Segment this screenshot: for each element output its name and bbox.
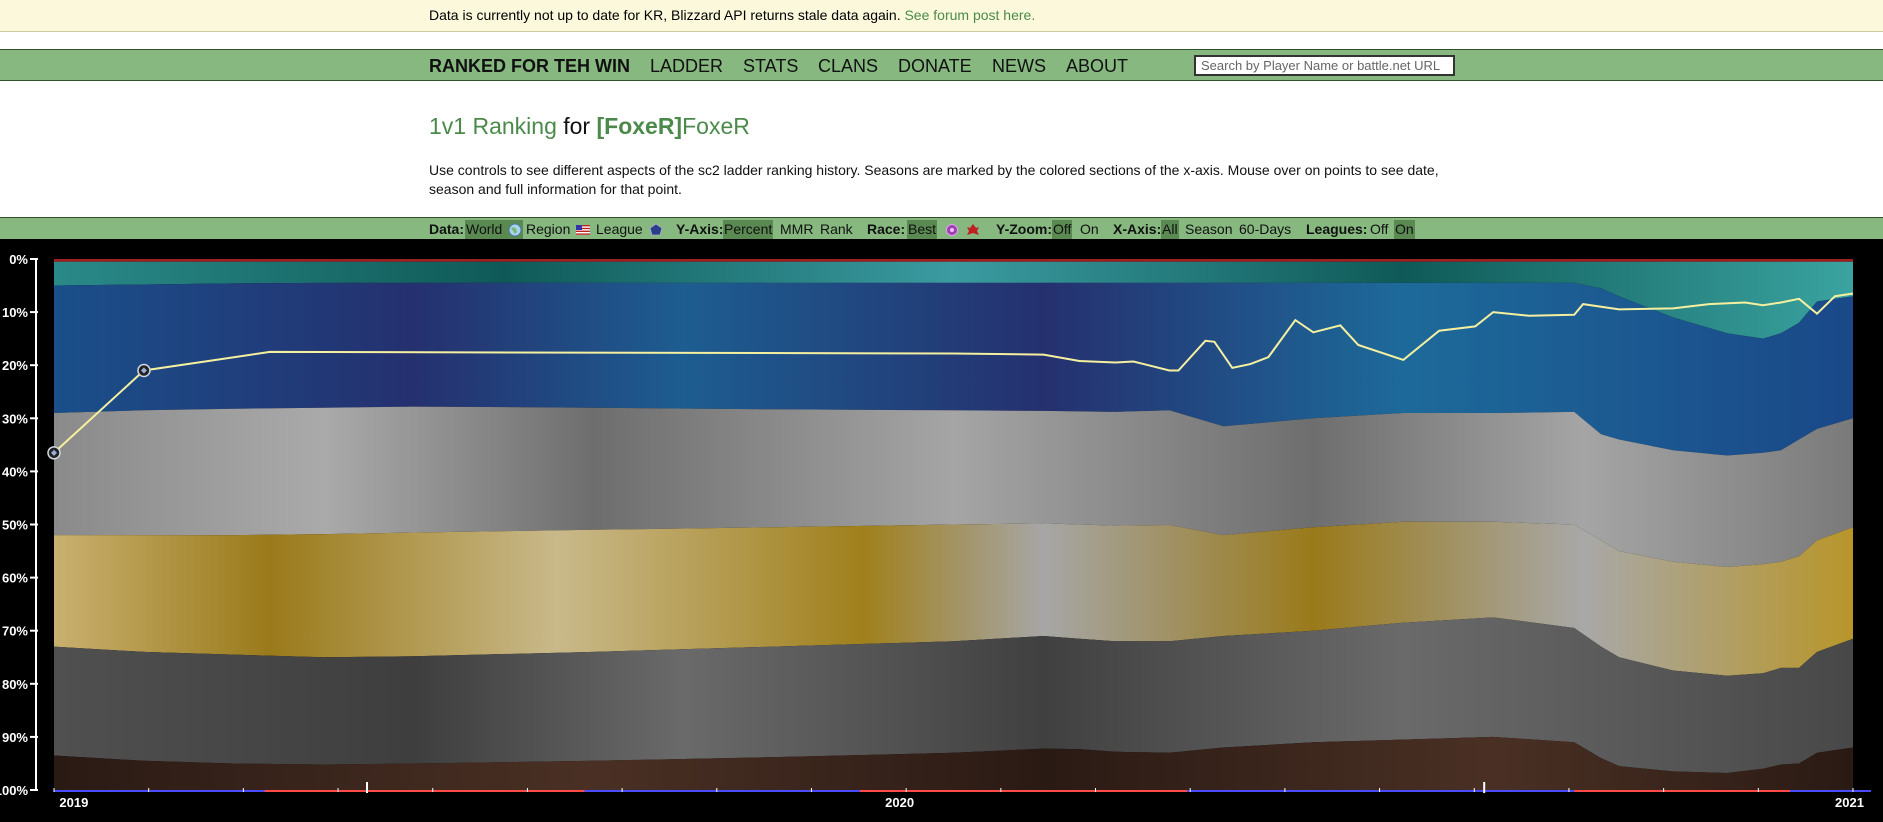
notice-text: Data is currently not up to date for KR,… [429, 7, 901, 23]
y-tick-label: 0% [9, 252, 28, 267]
ranking-mode: 1v1 Ranking [429, 113, 557, 139]
forum-post-link[interactable]: See forum post here. [904, 7, 1035, 23]
main-nav: RANKED FOR TEH WIN LADDER STATS CLANS DO… [0, 49, 1883, 81]
yaxis-percent-option[interactable]: Percent [723, 220, 774, 239]
ranking-chart-svg: 0% 10% 20% 30% 40% 50% 60% 70% 80% 90% 100% 2019 202… [0, 252, 1871, 810]
protoss-icon [946, 224, 958, 237]
player-search-input[interactable] [1194, 55, 1455, 76]
xaxis-60days-option[interactable]: 60-Days [1238, 220, 1292, 239]
nav-item-news[interactable]: NEWS [992, 56, 1046, 77]
notice-banner: Data is currently not up to date for KR,… [0, 0, 1883, 32]
xaxis-control-label: X-Axis: [1113, 221, 1162, 237]
nav-item-clans[interactable]: CLANS [818, 56, 878, 77]
race-control-label: Race: [867, 221, 906, 237]
leagues-on-option[interactable]: On [1394, 220, 1415, 239]
data-control-label: Data: [429, 221, 465, 237]
page-title: 1v1 Ranking for [FoxeR]FoxeR [429, 113, 750, 140]
league-areas [54, 259, 1853, 790]
page-description: Use controls to see different aspects of… [429, 162, 1439, 197]
title-for: for [563, 113, 591, 139]
y-tick-label: 60% [2, 571, 28, 586]
nav-item-donate[interactable]: DONATE [898, 56, 972, 77]
y-tick-label: 80% [2, 677, 28, 692]
grandmaster-area [54, 259, 1853, 262]
y-tick-label: 10% [2, 305, 28, 320]
yzoom-off-option[interactable]: Off [1052, 220, 1073, 239]
nav-item-about[interactable]: ABOUT [1066, 56, 1128, 77]
leagues-off-option[interactable]: Off [1369, 220, 1389, 239]
x-tick-label: 2021 [1835, 795, 1864, 810]
x-tick-label: 2019 [59, 795, 88, 810]
race-zerg-option[interactable] [963, 220, 981, 239]
globe-icon [508, 223, 522, 237]
yaxis-control-label: Y-Axis: [676, 221, 724, 237]
yaxis-mmr-option[interactable]: MMR [779, 220, 814, 239]
clan-tag[interactable]: [FoxeR] [596, 113, 682, 139]
nav-item-ladder[interactable]: LADDER [650, 56, 723, 77]
x-tick-label: 2020 [885, 795, 914, 810]
us-flag-icon [576, 225, 591, 236]
y-tick-label: 20% [2, 358, 28, 373]
race-best-option[interactable]: Best [907, 220, 938, 239]
y-tick-label: 50% [2, 518, 28, 533]
player-name: FoxeR [682, 113, 750, 139]
race-protoss-option[interactable] [942, 220, 960, 239]
nav-item-stats[interactable]: STATS [743, 56, 798, 77]
chart-controls: Data: World Region League Y-Axis: Percen… [0, 217, 1883, 239]
y-tick-label: 30% [2, 411, 28, 426]
y-tick-label: 100% [0, 783, 28, 798]
site-logo[interactable]: RANKED FOR TEH WIN [429, 56, 630, 77]
yzoom-control-label: Y-Zoom: [996, 221, 1052, 237]
ranking-chart: 0% 10% 20% 30% 40% 50% 60% 70% 80% 90% 100% 2019 202… [0, 239, 1883, 822]
diamond-league-icon [649, 223, 663, 236]
y-tick-label: 70% [2, 624, 28, 639]
yzoom-on-option[interactable]: On [1079, 220, 1100, 239]
yaxis-rank-option[interactable]: Rank [819, 220, 854, 239]
data-region-option[interactable]: Region [525, 220, 591, 239]
y-tick-label: 40% [2, 464, 28, 479]
y-tick-label: 90% [2, 730, 28, 745]
xaxis-all-option[interactable]: All [1161, 220, 1179, 239]
data-world-option[interactable]: World [465, 220, 524, 239]
zerg-icon [967, 224, 979, 236]
leagues-control-label: Leagues: [1306, 221, 1368, 237]
xaxis-season-option[interactable]: Season [1184, 220, 1233, 239]
data-league-option[interactable]: League [595, 220, 664, 239]
